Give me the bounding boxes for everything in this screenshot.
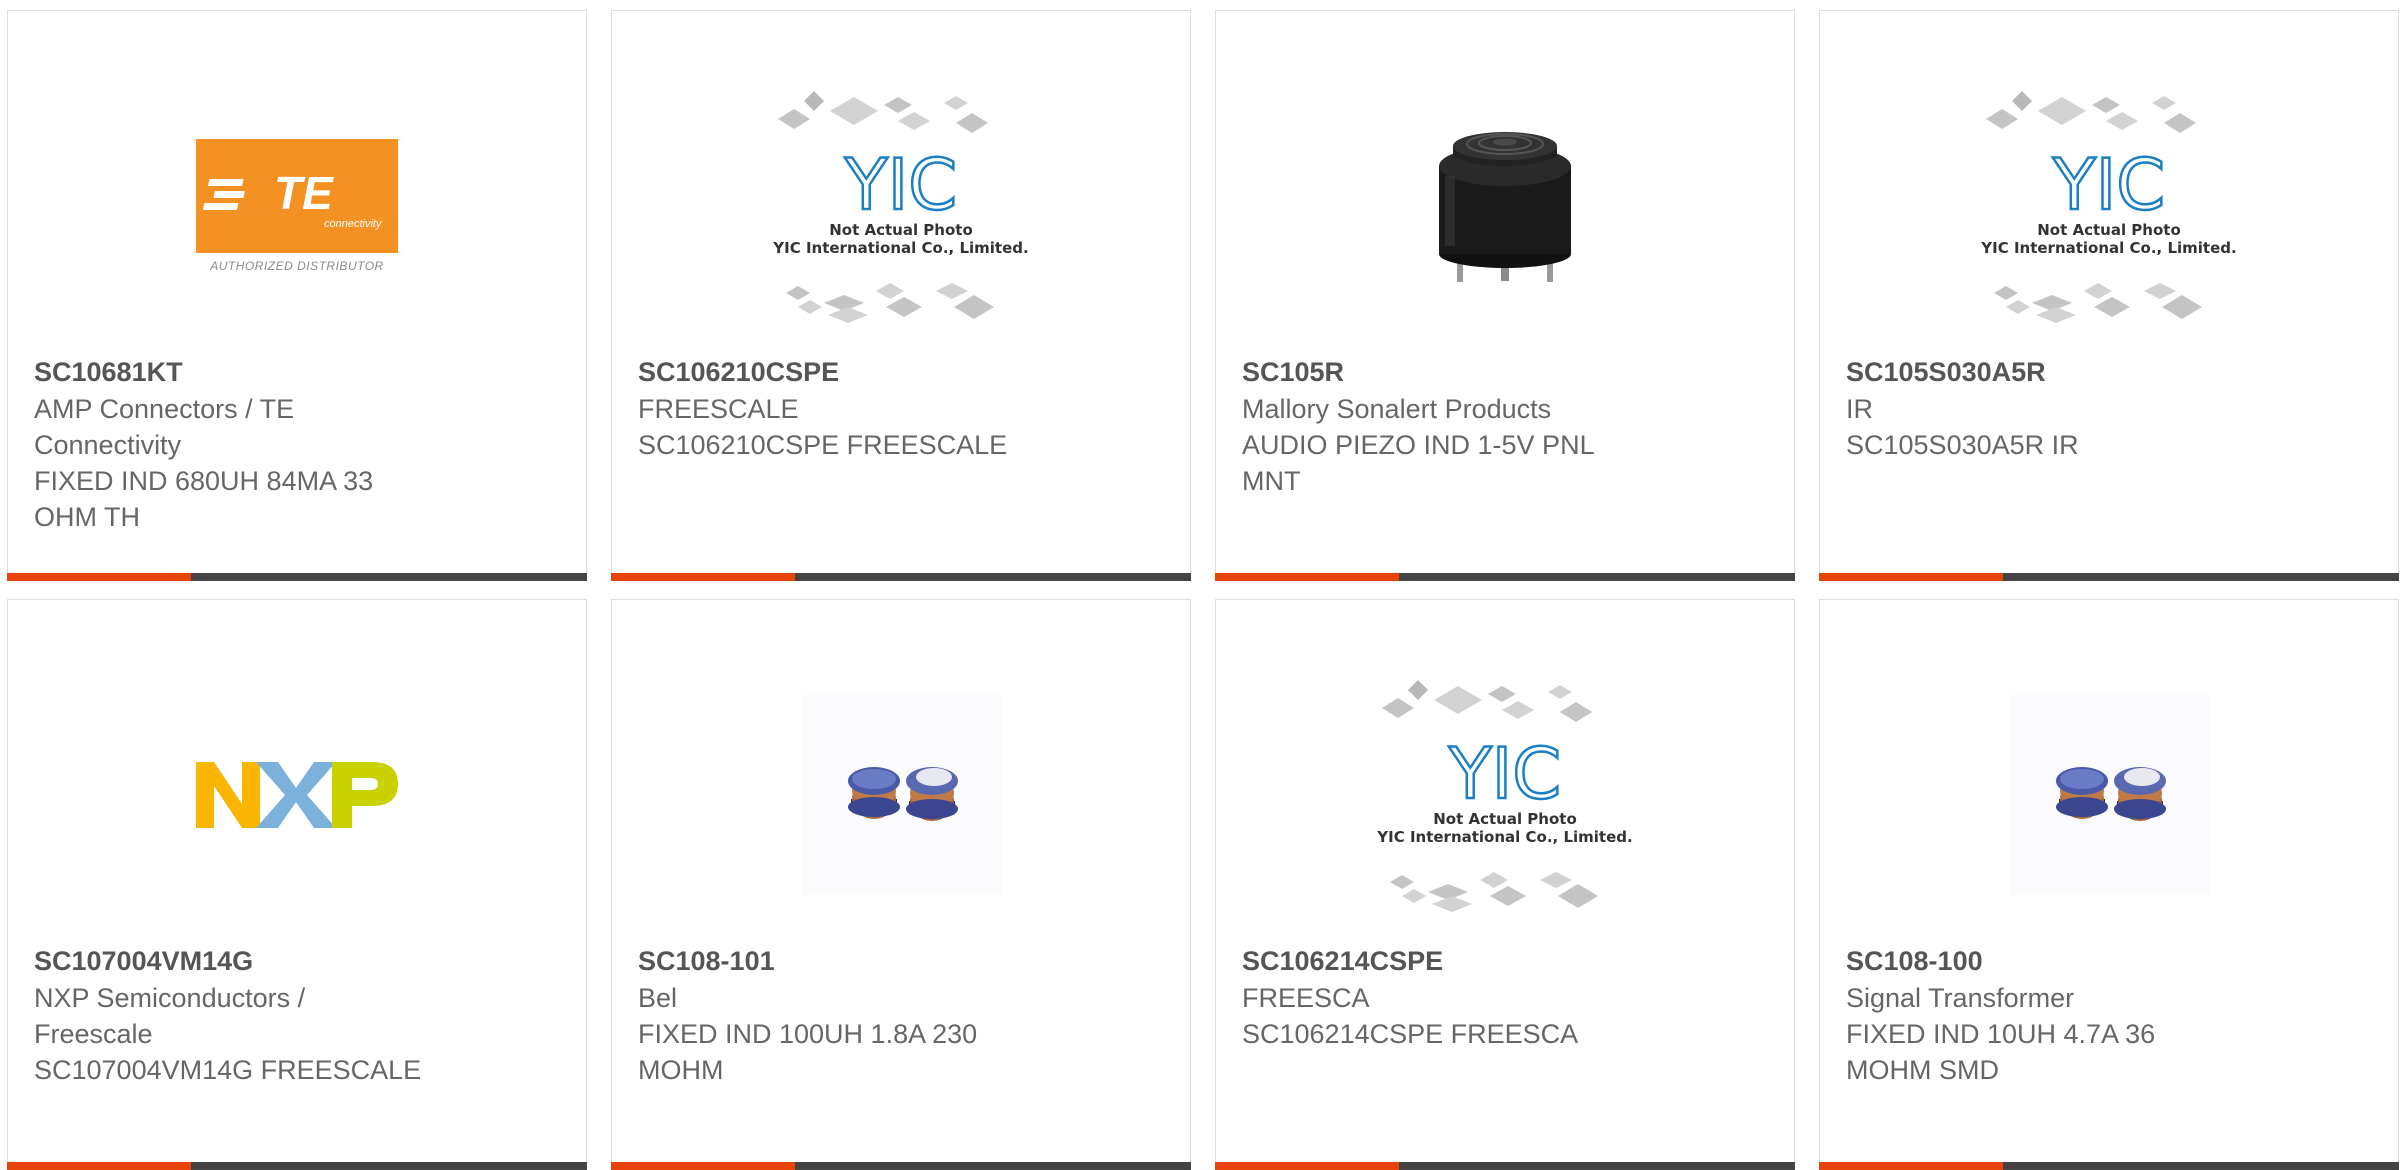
product-image[interactable]: TE connectivity AUTHORIZED DISTRIBUTOR [8, 61, 586, 351]
manufacturer: Mallory Sonalert Products [1242, 394, 1552, 424]
nxp-logo [196, 762, 398, 828]
chip-packages-icon: YIC [778, 91, 994, 323]
yic-placeholder-image: YIC Not Actual Photo YIC International C… [1370, 670, 1640, 920]
description: FIXED IND 10UH 4.7A 36 MOHM SMD [1846, 1019, 2156, 1085]
smd-inductor-photo [801, 695, 1001, 895]
description: FIXED IND 680UH 84MA 33 OHM TH [34, 466, 374, 532]
manufacturer: Signal Transformer [1846, 983, 2075, 1013]
product-image[interactable] [8, 650, 586, 940]
manufacturer: FREESCALE [638, 394, 799, 424]
product-info: SC106214CSPE FREESCA SC106214CSPE FREESC… [1242, 943, 1632, 1052]
description: SC106214CSPE FREESCA [1242, 1019, 1579, 1049]
manufacturer: FREESCA [1242, 983, 1370, 1013]
product-card[interactable]: YIC Not Actual Photo YIC International C… [611, 10, 1191, 581]
card-footer-bar [1215, 573, 1795, 581]
card-footer-bar [1819, 573, 2399, 581]
accent-bar [1819, 573, 2003, 581]
manufacturer: IR [1846, 394, 1873, 424]
te-connectivity-logo: TE connectivity AUTHORIZED DISTRIBUTOR [196, 139, 398, 273]
product-image[interactable]: YIC Not Actual Photo YIC International C… [1820, 61, 2398, 351]
yic-placeholder-image: YIC Not Actual Photo YIC International C… [766, 81, 1036, 331]
accent-bar [1215, 1162, 1399, 1170]
part-number[interactable]: SC106210CSPE [638, 354, 1028, 390]
accent-bar [611, 573, 795, 581]
product-grid: TE connectivity AUTHORIZED DISTRIBUTOR S… [0, 0, 2400, 1170]
description: FIXED IND 100UH 1.8A 230 MOHM [638, 1019, 978, 1085]
accent-bar [611, 1162, 795, 1170]
card-footer-bar [611, 1162, 1191, 1170]
chip-packages-icon: YIC [1382, 680, 1598, 912]
smd-inductor-photo [2009, 695, 2209, 895]
product-card[interactable]: TE connectivity AUTHORIZED DISTRIBUTOR S… [7, 10, 587, 581]
product-info: SC105S030A5R IR SC105S030A5R IR [1846, 354, 2236, 463]
product-card[interactable]: SC107004VM14G NXP Semiconductors / Frees… [7, 599, 587, 1170]
description: SC107004VM14G FREESCALE [34, 1055, 422, 1085]
product-info: SC108-100 Signal Transformer FIXED IND 1… [1846, 943, 2236, 1088]
product-card[interactable]: SC105R Mallory Sonalert Products AUDIO P… [1215, 10, 1795, 581]
svg-text:YIC: YIC [844, 144, 957, 226]
card-footer-bar [611, 573, 1191, 581]
product-card[interactable]: SC108-100 Signal Transformer FIXED IND 1… [1819, 599, 2399, 1170]
product-info: SC107004VM14G NXP Semiconductors / Frees… [34, 943, 424, 1088]
card-footer-bar [1819, 1162, 2399, 1170]
part-number[interactable]: SC108-100 [1846, 943, 2236, 979]
part-number[interactable]: SC106214CSPE [1242, 943, 1632, 979]
description: AUDIO PIEZO IND 1-5V PNL MNT [1242, 430, 1594, 496]
yic-placeholder-image: YIC Not Actual Photo YIC International C… [1974, 81, 2244, 331]
product-image[interactable]: YIC Not Actual Photo YIC International C… [1216, 650, 1794, 940]
manufacturer: NXP Semiconductors / Freescale [34, 983, 306, 1049]
description: SC105S030A5R IR [1846, 430, 2079, 460]
product-info: SC105R Mallory Sonalert Products AUDIO P… [1242, 354, 1632, 499]
manufacturer: Bel [638, 983, 678, 1013]
accent-bar [7, 1162, 191, 1170]
card-footer-bar [7, 573, 587, 581]
piezo-buzzer-photo [1405, 106, 1605, 306]
svg-text:connectivity: connectivity [324, 218, 383, 230]
product-image[interactable] [612, 650, 1190, 940]
product-info: SC108-101 Bel FIXED IND 100UH 1.8A 230 M… [638, 943, 1028, 1088]
svg-text:TE: TE [274, 167, 334, 219]
svg-text:YIC: YIC [1448, 733, 1561, 815]
chip-packages-icon: YIC [1986, 91, 2202, 323]
card-footer-bar [7, 1162, 587, 1170]
svg-text:YIC: YIC [2052, 144, 2165, 226]
product-info: SC10681KT AMP Connectors / TE Connectivi… [34, 354, 424, 535]
product-image[interactable] [1820, 650, 2398, 940]
part-number[interactable]: SC107004VM14G [34, 943, 424, 979]
part-number[interactable]: SC105R [1242, 354, 1632, 390]
accent-bar [7, 573, 191, 581]
part-number[interactable]: SC105S030A5R [1846, 354, 2236, 390]
logo-caption: AUTHORIZED DISTRIBUTOR [210, 259, 384, 273]
part-number[interactable]: SC10681KT [34, 354, 424, 390]
part-number[interactable]: SC108-101 [638, 943, 1028, 979]
manufacturer: AMP Connectors / TE Connectivity [34, 394, 295, 460]
product-card[interactable]: SC108-101 Bel FIXED IND 100UH 1.8A 230 M… [611, 599, 1191, 1170]
product-info: SC106210CSPE FREESCALE SC106210CSPE FREE… [638, 354, 1028, 463]
product-image[interactable]: YIC Not Actual Photo YIC International C… [612, 61, 1190, 351]
product-card[interactable]: YIC Not Actual Photo YIC International C… [1215, 599, 1795, 1170]
card-footer-bar [1215, 1162, 1795, 1170]
accent-bar [1819, 1162, 2003, 1170]
product-card[interactable]: YIC Not Actual Photo YIC International C… [1819, 10, 2399, 581]
product-image[interactable] [1216, 61, 1794, 351]
description: SC106210CSPE FREESCALE [638, 430, 1008, 460]
accent-bar [1215, 573, 1399, 581]
